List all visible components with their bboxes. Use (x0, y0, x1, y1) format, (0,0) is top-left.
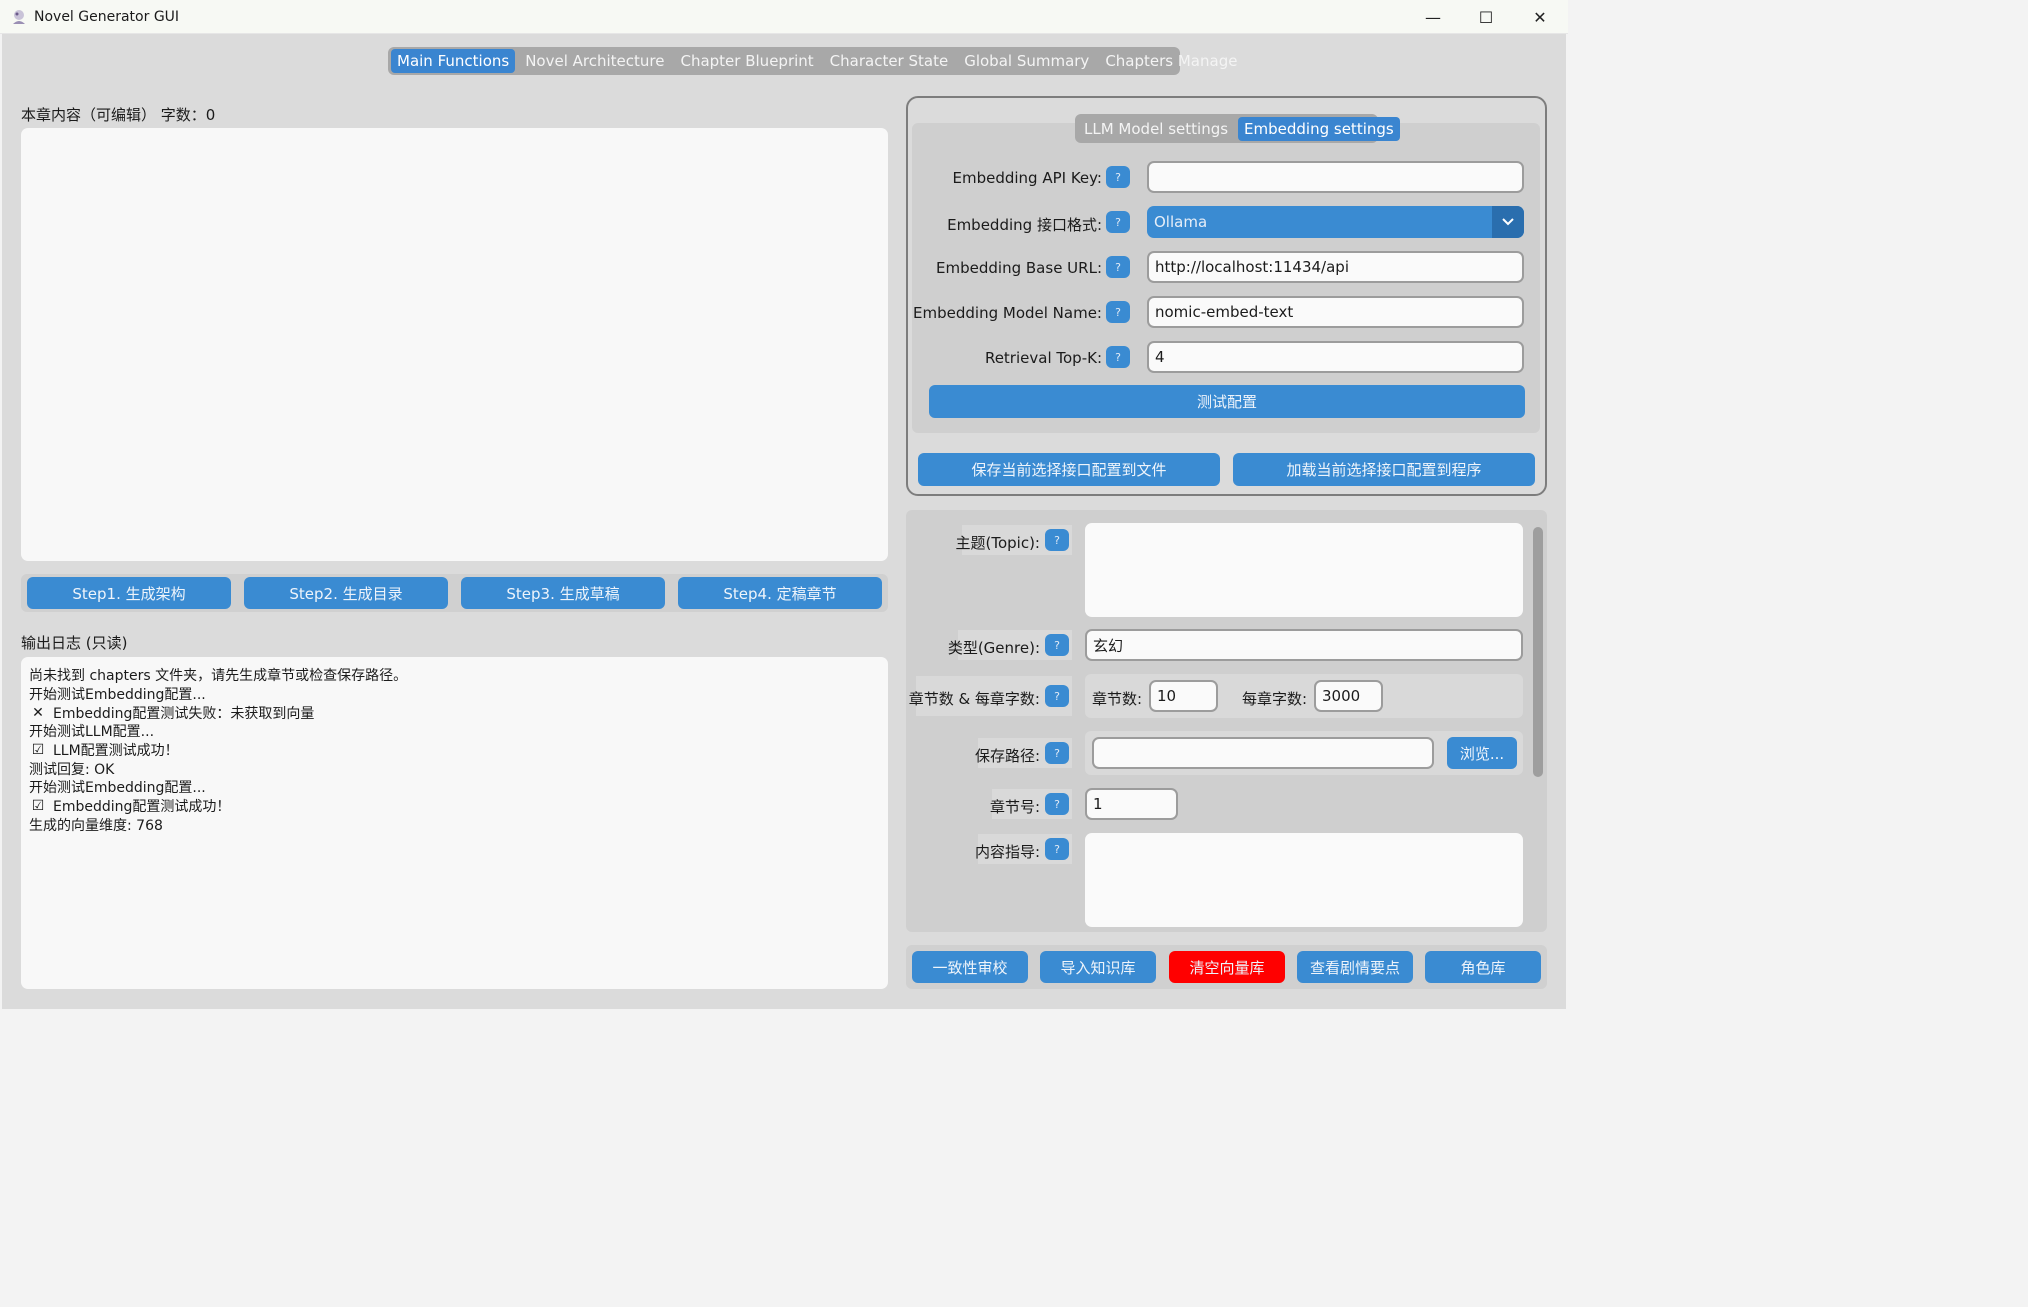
words-per-chapter-label: 每章字数: (1242, 690, 1308, 708)
log-line-text: Embedding配置测试失败：未获取到向量 (53, 705, 315, 722)
content-guide-textarea[interactable] (1085, 833, 1523, 927)
main-tab-bar: Main Functions Novel Architecture Chapte… (388, 47, 1237, 75)
log-line: ☑ Embedding配置测试成功！ (29, 797, 880, 816)
browse-button[interactable]: 浏览... (1447, 737, 1517, 769)
chapter-content-editor[interactable] (21, 128, 888, 561)
model-name-help-icon[interactable]: ? (1106, 301, 1130, 323)
log-line: 开始测试Embedding配置... (29, 778, 880, 797)
app-logo-icon (13, 10, 25, 24)
test-config-button[interactable]: 测试配置 (929, 385, 1525, 418)
checkbox-checked-icon: ☑ (31, 798, 45, 815)
log-line-text: 测试回复: OK (29, 761, 115, 778)
window-title: Novel Generator GUI (34, 9, 180, 25)
content-guide-label: 内容指导: (974, 843, 1040, 861)
topic-label: 主题(Topic): (955, 534, 1041, 552)
log-line: 开始测试Embedding配置... (29, 685, 880, 704)
save-path-input[interactable] (1092, 737, 1434, 769)
log-line-text: 尚未找到 chapters 文件夹，请先生成章节或检查保存路径。 (29, 668, 408, 685)
base-url-help-icon[interactable]: ? (1106, 256, 1130, 278)
genre-help-icon[interactable]: ? (1045, 634, 1069, 656)
settings-tab-bar: LLM Model settings Embedding settings (1075, 114, 1400, 143)
chapter-number-label: 章节号: (989, 798, 1040, 816)
num-chapters-label: 章节数: (1092, 690, 1143, 708)
topk-help-icon[interactable]: ? (1106, 346, 1130, 368)
tab-embedding-settings[interactable]: Embedding settings (1238, 116, 1400, 141)
embedding-base-url-label: Embedding Base URL: (936, 259, 1102, 277)
character-library-button[interactable]: 角色库 (1425, 951, 1541, 983)
retrieval-topk-input[interactable]: 4 (1147, 341, 1524, 373)
log-line-text: 生成的向量维度: 768 (29, 817, 163, 834)
tab-character-state[interactable]: Character State (824, 49, 955, 73)
log-line-text: 开始测试Embedding配置... (29, 780, 206, 797)
chevron-down-icon[interactable] (1492, 206, 1524, 238)
error-x-icon: ✕ (32, 704, 44, 721)
log-line-text: LLM配置测试成功！ (53, 743, 179, 760)
topic-textarea[interactable] (1085, 523, 1523, 617)
load-config-button[interactable]: 加载当前选择接口配置到程序 (1233, 453, 1535, 486)
step1-generate-architecture-button[interactable]: Step1. 生成架构 (27, 577, 231, 609)
save-config-button[interactable]: 保存当前选择接口配置到文件 (918, 453, 1220, 486)
tab-main-functions[interactable]: Main Functions (391, 49, 516, 73)
maximize-button[interactable]: ☐ (1459, 0, 1513, 34)
minimize-button[interactable]: — (1406, 0, 1460, 34)
words-per-chapter-input[interactable]: 3000 (1314, 680, 1383, 712)
tab-chapters-manage[interactable]: Chapters Manage (1099, 49, 1243, 73)
embedding-format-value: Ollama (1154, 213, 1208, 231)
log-line: 生成的向量维度: 768 (29, 816, 880, 835)
retrieval-topk-label: Retrieval Top-K: (984, 349, 1102, 367)
log-line: ☑ LLM配置测试成功！ (29, 741, 880, 760)
embedding-format-select[interactable]: Ollama (1147, 206, 1524, 238)
topic-help-icon[interactable]: ? (1045, 529, 1069, 551)
embedding-model-name-input[interactable]: nomic-embed-text (1147, 296, 1524, 328)
path-help-icon[interactable]: ? (1045, 742, 1069, 764)
step3-generate-draft-button[interactable]: Step3. 生成草稿 (461, 577, 665, 609)
step4-finalize-chapter-button[interactable]: Step4. 定稿章节 (678, 577, 882, 609)
clear-vector-store-button[interactable]: 清空向量库 (1169, 951, 1285, 983)
num-chapters-input[interactable]: 10 (1149, 680, 1218, 712)
tab-chapter-blueprint[interactable]: Chapter Blueprint (674, 49, 819, 73)
output-log: 尚未找到 chapters 文件夹，请先生成章节或检查保存路径。 开始测试Embe… (21, 657, 888, 989)
embedding-model-name-label: Embedding Model Name: (913, 304, 1102, 322)
genre-input[interactable]: 玄幻 (1085, 629, 1523, 661)
save-path-label: 保存路径: (974, 747, 1040, 765)
chapters-words-label: 章节数 & 每章字数: (908, 690, 1040, 708)
content-guide-help-icon[interactable]: ? (1045, 838, 1069, 860)
log-lines: 尚未找到 chapters 文件夹，请先生成章节或检查保存路径。 开始测试Embe… (29, 666, 880, 834)
log-line: 尚未找到 chapters 文件夹，请先生成章节或检查保存路径。 (29, 666, 880, 685)
close-window-button[interactable]: ✕ (1513, 0, 1567, 34)
params-scrollbar[interactable] (1533, 527, 1543, 777)
chapter-number-input[interactable]: 1 (1085, 788, 1178, 820)
title-bar (0, 0, 1568, 34)
tab-novel-architecture[interactable]: Novel Architecture (519, 49, 670, 73)
embedding-format-label: Embedding 接口格式: (947, 216, 1102, 234)
embedding-base-url-input[interactable]: http://localhost:11434/api (1147, 251, 1524, 283)
import-knowledge-button[interactable]: 导入知识库 (1040, 951, 1156, 983)
api-key-help-icon[interactable]: ? (1106, 166, 1130, 188)
view-plot-points-button[interactable]: 查看剧情要点 (1297, 951, 1413, 983)
tab-global-summary[interactable]: Global Summary (958, 49, 1095, 73)
log-label: 输出日志 (只读) (21, 634, 128, 652)
embedding-api-key-label: Embedding API Key: (952, 169, 1102, 187)
checkbox-checked-icon: ☑ (31, 742, 45, 759)
log-line: 测试回复: OK (29, 759, 880, 778)
embedding-api-key-input[interactable] (1147, 161, 1524, 193)
log-line-text: 开始测试Embedding配置... (29, 687, 206, 704)
editor-label: 本章内容（可编辑） 字数：0 (21, 106, 216, 124)
log-line: 开始测试LLM配置... (29, 722, 880, 741)
log-line-text: Embedding配置测试成功！ (53, 799, 231, 816)
format-help-icon[interactable]: ? (1106, 211, 1130, 233)
step2-generate-outline-button[interactable]: Step2. 生成目录 (244, 577, 448, 609)
genre-label: 类型(Genre): (947, 639, 1040, 657)
tab-llm-model-settings[interactable]: LLM Model settings (1078, 117, 1234, 141)
chapter-number-help-icon[interactable]: ? (1045, 793, 1069, 815)
consistency-check-button[interactable]: 一致性审校 (912, 951, 1028, 983)
log-line-text: 开始测试LLM配置... (29, 724, 155, 741)
chapters-help-icon[interactable]: ? (1045, 685, 1069, 707)
log-line: ✕ Embedding配置测试失败：未获取到向量 (29, 703, 880, 722)
